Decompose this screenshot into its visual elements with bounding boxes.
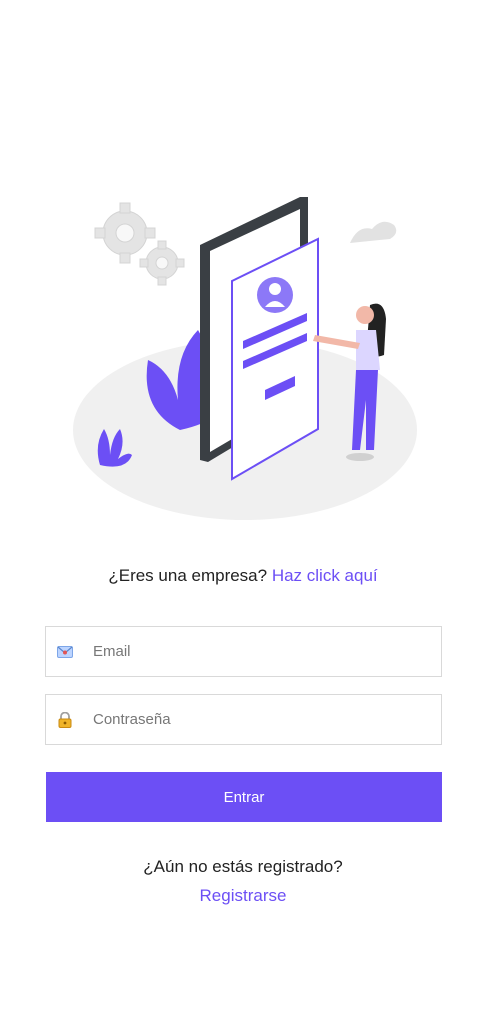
company-question: ¿Eres una empresa?: [108, 566, 268, 585]
register-link[interactable]: Registrarse: [0, 886, 486, 906]
envelope-icon: [56, 643, 74, 661]
password-input[interactable]: [93, 711, 413, 728]
email-field[interactable]: [45, 626, 442, 677]
password-field[interactable]: [45, 694, 442, 745]
lock-icon: [56, 711, 74, 729]
company-prompt: ¿Eres una empresa? Haz click aquí: [0, 566, 486, 586]
gear-icon: [94, 202, 156, 264]
cloud-icon: [350, 221, 397, 243]
login-illustration: [73, 197, 417, 520]
login-button[interactable]: Entrar: [46, 772, 442, 822]
register-question: ¿Aún no estás registrado?: [143, 857, 343, 876]
email-input[interactable]: [93, 643, 413, 660]
company-link[interactable]: Haz click aquí: [272, 566, 378, 585]
gear-small-icon: [139, 240, 185, 286]
